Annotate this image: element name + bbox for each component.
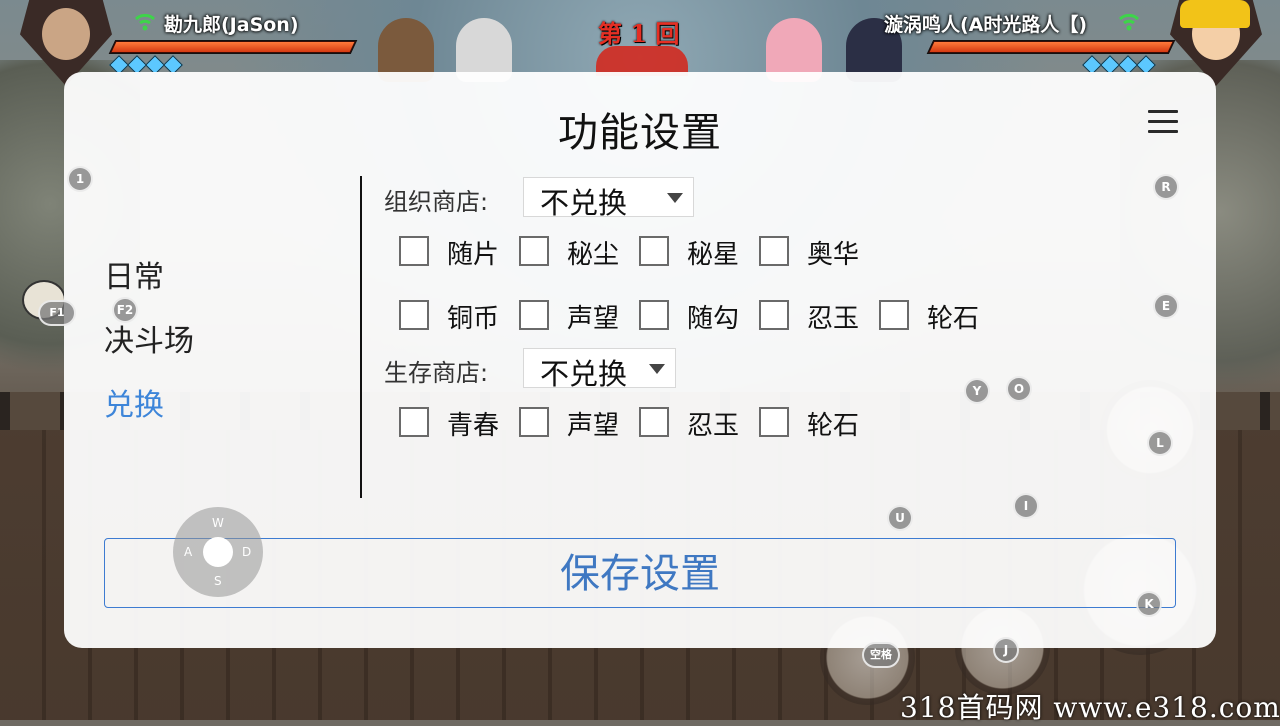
key-hint-j[interactable]: J <box>993 637 1019 663</box>
key-hint-l[interactable]: L <box>1147 430 1173 456</box>
survival-checkbox[interactable] <box>399 407 429 437</box>
player-left-hp-bar <box>108 40 358 54</box>
survival-checkbox-label: 声望 <box>567 411 620 441</box>
org-checkbox-label: 铜币 <box>447 304 500 334</box>
hamburger-menu-icon[interactable] <box>1148 110 1178 134</box>
wifi-icon <box>134 13 156 31</box>
key-hint-r[interactable]: R <box>1153 174 1179 200</box>
player-left-name: 勘九郎(JaSon) <box>164 14 299 36</box>
key-hint-e[interactable]: E <box>1153 293 1179 319</box>
dpad-left-label: A <box>184 545 193 559</box>
survival-shop-selected-value: 不兑换 <box>540 357 628 391</box>
org-checkbox[interactable] <box>639 300 669 330</box>
player-right-chakra <box>1082 55 1156 75</box>
wasd-dpad[interactable]: W A D S <box>173 507 263 597</box>
player-left-chakra <box>109 55 183 75</box>
nav-divider <box>360 176 362 498</box>
org-checkbox[interactable] <box>519 236 549 266</box>
org-checkbox-label: 奥华 <box>807 240 860 270</box>
org-checkbox-label: 随勾 <box>687 304 740 334</box>
survival-checkbox[interactable] <box>759 407 789 437</box>
dpad-up-label: W <box>212 516 224 530</box>
key-hint-o[interactable]: O <box>1006 376 1032 402</box>
org-checkbox[interactable] <box>759 300 789 330</box>
dpad-knob[interactable] <box>203 537 233 567</box>
org-checkbox-label: 忍玉 <box>807 304 860 334</box>
key-hint-f1[interactable]: F1 <box>38 300 76 326</box>
org-shop-selected-value: 不兑换 <box>540 186 628 220</box>
org-checkbox-label: 轮石 <box>927 304 980 334</box>
dpad-down-label: S <box>214 574 222 588</box>
org-checkbox-label: 秘星 <box>687 240 740 270</box>
wifi-icon <box>1118 13 1140 31</box>
org-checkbox[interactable] <box>399 236 429 266</box>
key-hint-1[interactable]: 1 <box>67 166 93 192</box>
org-checkbox[interactable] <box>759 236 789 266</box>
dialog-title: 功能设置 <box>558 110 722 156</box>
survival-checkbox[interactable] <box>519 407 549 437</box>
org-checkbox-label: 随片 <box>447 240 500 270</box>
dpad-right-label: D <box>242 545 252 559</box>
player-right-name: 漩涡鸣人(A时光路人【) <box>884 14 1088 36</box>
nav-item-exchange[interactable]: 兑换 <box>104 380 164 424</box>
key-hint-k[interactable]: K <box>1136 591 1162 617</box>
watermark: 318首码网 www.e318.com <box>900 691 1280 724</box>
key-hint-f2[interactable]: F2 <box>112 297 138 323</box>
round-title: 第 1 回 <box>598 19 680 48</box>
key-hint-u[interactable]: U <box>887 505 913 531</box>
org-shop-label: 组织商店: <box>384 188 489 216</box>
org-checkbox-label: 声望 <box>567 304 620 334</box>
key-hint-y[interactable]: Y <box>964 378 990 404</box>
org-checkbox[interactable] <box>879 300 909 330</box>
survival-checkbox-label: 青春 <box>447 411 500 441</box>
survival-checkbox-label: 轮石 <box>807 411 860 441</box>
nav-item-arena[interactable]: 决斗场 <box>104 316 194 360</box>
save-settings-button[interactable]: 保存设置 <box>104 538 1176 608</box>
org-checkbox-label: 秘尘 <box>567 240 620 270</box>
player-right-hp-bar <box>926 40 1176 54</box>
org-checkbox[interactable] <box>519 300 549 330</box>
org-checkbox[interactable] <box>399 300 429 330</box>
survival-checkbox[interactable] <box>639 407 669 437</box>
nav-item-daily[interactable]: 日常 <box>104 252 164 296</box>
key-hint-space[interactable]: 空格 <box>862 642 900 668</box>
chevron-down-icon <box>649 364 665 374</box>
org-checkbox[interactable] <box>639 236 669 266</box>
org-shop-select[interactable]: 不兑换 <box>523 177 694 220</box>
survival-checkbox-label: 忍玉 <box>687 411 740 441</box>
chevron-down-icon <box>667 193 683 203</box>
survival-shop-select[interactable]: 不兑换 <box>523 348 676 391</box>
survival-shop-label: 生存商店: <box>384 359 489 387</box>
key-hint-i[interactable]: I <box>1013 493 1039 519</box>
